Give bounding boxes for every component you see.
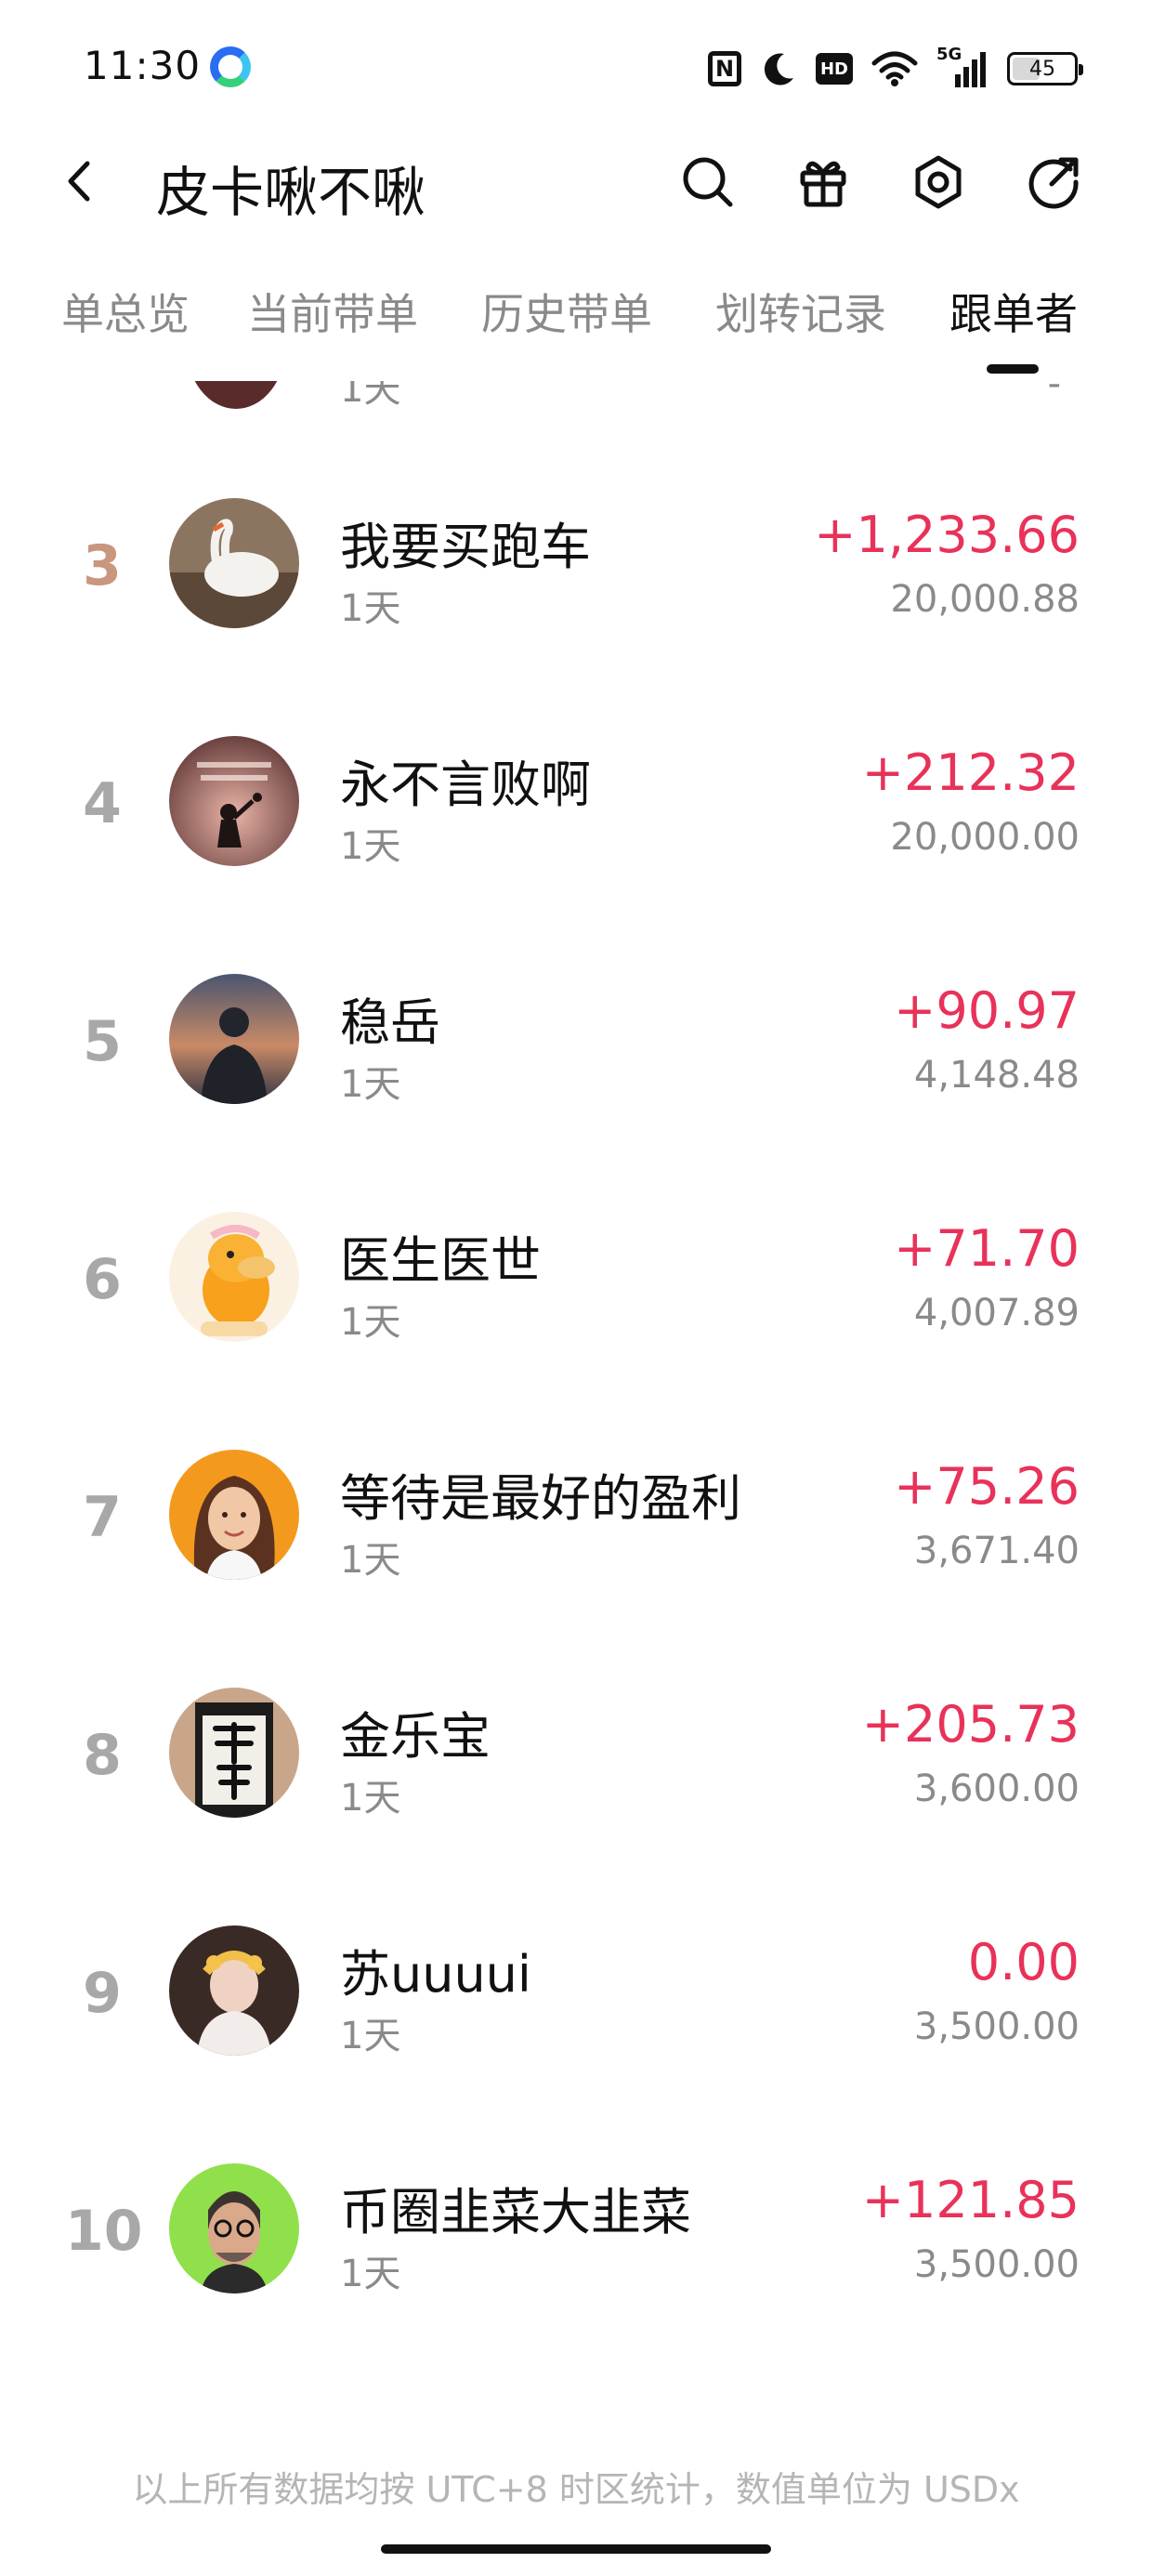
status-bar: 11:30 N HD 5G 45 [0, 0, 1152, 139]
follow-days: 1天 [340, 1301, 401, 1344]
wifi-icon [871, 50, 918, 87]
list-item[interactable]: 10 币圈韭菜大韭菜 1天 +121.85 3,500.00 [0, 2130, 1152, 2366]
list-item-partial[interactable]: 1天 - [0, 381, 1152, 414]
tab-bar: 单总览 当前带单 历史带单 划转记录 跟单者 [0, 269, 1152, 381]
rank-number: 6 [83, 1247, 122, 1312]
nfc-icon: N [708, 51, 741, 86]
follow-days: 1天 [340, 2015, 401, 2057]
rank-number: 3 [83, 533, 122, 598]
follower-name: 币圈韭菜大韭菜 [340, 2183, 691, 2241]
page-title: 皮卡啾不啾 [156, 161, 426, 224]
avatar [186, 381, 286, 409]
search-icon[interactable] [673, 147, 743, 217]
follow-days: 1天 [340, 587, 401, 630]
moon-icon [760, 50, 797, 87]
status-time: 11:30 [84, 43, 202, 88]
list-item[interactable]: 4 永不言败啊 1天 +212.32 20,000.00 [0, 703, 1152, 939]
battery-level: 45 [1029, 57, 1055, 81]
list-item[interactable]: 7 等待是最好的盈利 1天 +75.26 3,671.40 [0, 1416, 1152, 1652]
app-logo-icon [210, 46, 251, 87]
rank-number: 4 [83, 771, 122, 836]
follower-pnl: +71.70 [894, 1219, 1080, 1278]
share-icon[interactable] [1018, 147, 1089, 217]
rank-number: 9 [83, 1961, 122, 2026]
follow-days: 1天 [340, 2253, 401, 2295]
tab-followers[interactable]: 跟单者 [949, 281, 1078, 342]
tab-transfer-records[interactable]: 划转记录 [715, 281, 886, 342]
avatar [169, 1212, 299, 1342]
gift-icon[interactable] [788, 147, 858, 217]
list-item[interactable]: 6 医生医世 1天 +71.70 4,007.89 [0, 1178, 1152, 1414]
avatar [169, 1450, 299, 1580]
follow-amount: - [1047, 381, 1061, 405]
hd-icon: HD [816, 53, 853, 85]
follower-pnl: +212.32 [861, 743, 1080, 802]
avatar [169, 974, 299, 1104]
rank-number: 10 [65, 2199, 143, 2264]
avatar [169, 736, 299, 866]
avatar [169, 2163, 299, 2293]
list-item[interactable]: 8 金乐宝 1天 +205.73 3,600.00 [0, 1654, 1152, 1890]
follower-name: 金乐宝 [340, 1707, 491, 1766]
tab-history-orders[interactable]: 历史带单 [481, 281, 652, 342]
follower-name: 等待是最好的盈利 [340, 1469, 741, 1528]
follower-pnl: +75.26 [894, 1457, 1080, 1516]
follow-days: 1天 [340, 381, 401, 411]
follow-amount: 3,671.40 [913, 1530, 1080, 1572]
home-indicator[interactable] [381, 2544, 771, 2554]
follower-name: 苏uuuui [340, 1945, 531, 2004]
follow-amount: 4,148.48 [913, 1054, 1080, 1097]
follow-amount: 4,007.89 [913, 1292, 1080, 1334]
avatar [169, 498, 299, 628]
tab-current-orders[interactable]: 当前带单 [247, 281, 418, 342]
follow-amount: 20,000.00 [890, 816, 1080, 859]
back-icon[interactable] [58, 158, 104, 204]
follow-days: 1天 [340, 1777, 401, 1820]
follow-amount: 20,000.88 [890, 578, 1080, 621]
follower-name: 稳岳 [340, 993, 440, 1052]
follower-name: 医生医世 [340, 1231, 541, 1290]
follower-pnl: +90.97 [894, 981, 1080, 1040]
status-icons: N HD 5G 45 [708, 45, 1083, 89]
rank-number: 5 [83, 1009, 122, 1074]
rank-number: 8 [83, 1723, 122, 1788]
follower-pnl: +1,233.66 [814, 506, 1080, 564]
follower-pnl: 0.00 [967, 1933, 1080, 1991]
follow-days: 1天 [340, 825, 401, 868]
follow-days: 1天 [340, 1539, 401, 1582]
follower-name: 永不言败啊 [340, 756, 591, 814]
active-tab-indicator [987, 364, 1039, 374]
footer-note: 以上所有数据均按 UTC+8 时区统计，数值单位为 USDx [132, 2469, 1020, 2510]
avatar [169, 1925, 299, 2056]
follow-amount: 3,500.00 [913, 2243, 1080, 2286]
follow-days: 1天 [340, 1063, 401, 1106]
settings-icon[interactable] [903, 147, 974, 217]
tab-overview[interactable]: 单总览 [61, 281, 190, 342]
list-item[interactable]: 3 我要买跑车 1天 +1,233.66 20,000.88 [0, 465, 1152, 701]
follower-name: 我要买跑车 [340, 518, 591, 576]
list-item[interactable]: 5 稳岳 1天 +90.97 4,148.48 [0, 940, 1152, 1176]
follower-pnl: +205.73 [861, 1695, 1080, 1754]
follow-amount: 3,600.00 [913, 1768, 1080, 1810]
rank-number: 7 [83, 1485, 122, 1550]
list-item[interactable]: 9 苏uuuui 1天 0.00 3,500.00 [0, 1892, 1152, 2128]
app-header: 皮卡啾不啾 [0, 130, 1152, 232]
battery-icon: 45 [1007, 52, 1083, 85]
follow-amount: 3,500.00 [913, 2005, 1080, 2048]
avatar [169, 1688, 299, 1818]
follower-pnl: +121.85 [861, 2171, 1080, 2229]
signal-5g-icon: 5G [936, 45, 988, 89]
